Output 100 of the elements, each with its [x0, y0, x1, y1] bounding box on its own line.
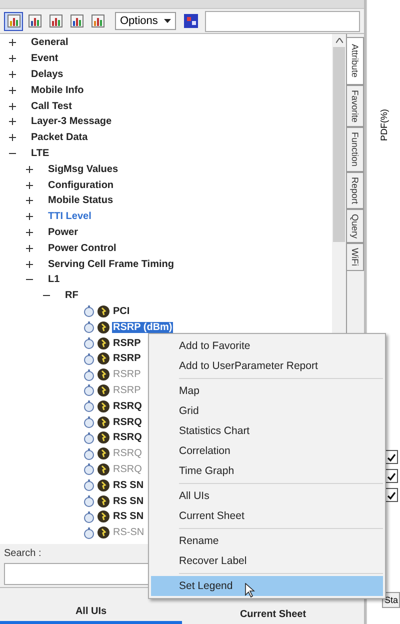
side-tab[interactable]: WiFi: [347, 243, 364, 272]
bottom-tab[interactable]: All UIs: [0, 606, 182, 624]
menu-item[interactable]: Current Sheet: [151, 506, 383, 526]
stopwatch-icon: [83, 432, 95, 444]
expander-icon[interactable]: [8, 86, 16, 94]
stopwatch-icon: [83, 448, 95, 460]
tree-item[interactable]: Serving Cell Frame Timing: [47, 258, 175, 270]
parameter-icon: [97, 384, 110, 397]
menu-item[interactable]: Grid: [151, 401, 383, 421]
menu-item[interactable]: Correlation: [151, 441, 383, 461]
stopwatch-icon: [83, 416, 95, 428]
side-tab[interactable]: Query: [347, 208, 364, 244]
stopwatch-icon: [83, 337, 95, 350]
expander-icon[interactable]: [25, 166, 33, 173]
menu-item[interactable]: Rename: [151, 531, 383, 551]
tree-item[interactable]: RSRP: [112, 338, 142, 349]
side-tab[interactable]: Attribute: [347, 37, 364, 85]
tree-item[interactable]: LTE: [30, 148, 50, 159]
expander-icon[interactable]: [25, 182, 33, 189]
expander-icon[interactable]: [8, 55, 16, 62]
tree-item[interactable]: Delays: [30, 68, 64, 80]
expander-icon[interactable]: [25, 228, 33, 236]
stopwatch-icon: [83, 510, 95, 523]
tree-item[interactable]: RS SN: [112, 496, 145, 506]
tree-item[interactable]: RSRQ: [112, 432, 143, 444]
parameter-icon: [97, 478, 110, 492]
tree-item[interactable]: L1: [47, 274, 61, 286]
parameter-icon: [97, 510, 110, 524]
axis-label: PDF(%): [378, 109, 388, 141]
parameter-icon: [97, 447, 110, 460]
stopwatch-icon: [83, 479, 95, 492]
menu-item[interactable]: Statistics Chart: [151, 421, 383, 441]
scroll-thumb[interactable]: [333, 47, 345, 242]
expander-icon[interactable]: [25, 244, 33, 252]
tree-item[interactable]: Mobile Info: [30, 84, 85, 96]
stopwatch-icon: [83, 305, 95, 318]
tree-item[interactable]: Call Test: [30, 100, 73, 112]
expander-icon[interactable]: [25, 213, 33, 220]
parameter-icon: [97, 336, 110, 350]
tree-item[interactable]: PCI: [112, 306, 131, 317]
menu-item[interactable]: Add to Favorite: [151, 336, 383, 356]
expander-icon[interactable]: [8, 134, 16, 142]
expander-icon[interactable]: [8, 118, 16, 126]
tree-item[interactable]: RS SN: [112, 511, 145, 522]
stopwatch-icon: [83, 368, 95, 381]
parameter-icon: [97, 304, 110, 318]
checkbox[interactable]: [385, 488, 398, 502]
text-field[interactable]: [204, 10, 360, 32]
expander-icon[interactable]: [25, 260, 33, 268]
tree-item[interactable]: Layer-3 Message: [30, 116, 113, 128]
expander-icon[interactable]: [25, 197, 33, 204]
menu-item[interactable]: Recover Label: [151, 551, 383, 571]
tree-item[interactable]: Packet Data: [30, 132, 89, 144]
cursor-icon: [245, 583, 255, 598]
tree-item[interactable]: RSRP: [112, 353, 142, 364]
stopwatch-icon: [83, 495, 95, 507]
side-tab[interactable]: Function: [347, 127, 364, 172]
tree-item[interactable]: Mobile Status: [47, 195, 114, 206]
stopwatch-icon: [83, 463, 95, 476]
side-tab[interactable]: Favorite: [347, 84, 364, 128]
tree-item[interactable]: Event: [30, 53, 60, 64]
tree-item[interactable]: SigMsg Values: [47, 164, 120, 175]
stopwatch-icon: [83, 352, 95, 365]
parameter-icon: [97, 352, 110, 366]
tree-item[interactable]: RSRQ: [112, 416, 143, 428]
menu-item[interactable]: Add to UserParameter Report: [151, 356, 383, 376]
stopwatch-icon: [83, 526, 95, 539]
tree-item[interactable]: RS SN: [112, 480, 145, 491]
checkbox[interactable]: [385, 450, 398, 464]
parameter-icon: [97, 431, 110, 444]
tree-item[interactable]: Configuration: [47, 180, 115, 191]
menu-item[interactable]: Set Legend: [151, 576, 383, 596]
expander-icon[interactable]: [8, 102, 16, 110]
menu-item[interactable]: All UIs: [151, 486, 383, 506]
checkbox[interactable]: [385, 469, 398, 483]
menu-item[interactable]: Map: [151, 381, 383, 401]
toolbar-chart-icon[interactable]: [4, 12, 23, 30]
parameter-icon: [97, 400, 110, 413]
parameter-icon: [97, 526, 110, 540]
parameter-icon: [97, 462, 110, 476]
tree-item[interactable]: Power: [47, 226, 80, 238]
menu-item[interactable]: Time Graph: [151, 461, 383, 481]
stopwatch-icon: [83, 400, 95, 412]
tree-item[interactable]: General: [30, 37, 70, 48]
tree-item[interactable]: RSRP (dBm): [112, 322, 174, 333]
caret-icon: [164, 19, 171, 23]
parameter-icon: [97, 368, 110, 382]
options-dropdown[interactable]: Options: [115, 12, 176, 30]
expander-icon[interactable]: [8, 39, 16, 46]
grid-icon[interactable]: [182, 12, 201, 30]
tree-item[interactable]: RSRQ: [112, 400, 143, 412]
expander-icon[interactable]: [8, 70, 16, 78]
parameter-icon: [97, 494, 110, 508]
scroll-up-icon[interactable]: [336, 38, 342, 43]
bottom-tab[interactable]: Current Sheet: [182, 609, 364, 624]
side-tab[interactable]: Report: [347, 172, 364, 209]
stopwatch-icon: [83, 321, 95, 334]
tree-item[interactable]: Power Control: [47, 242, 118, 254]
tree-item[interactable]: TTI Level: [47, 211, 92, 222]
tree-item[interactable]: RF: [64, 290, 80, 302]
